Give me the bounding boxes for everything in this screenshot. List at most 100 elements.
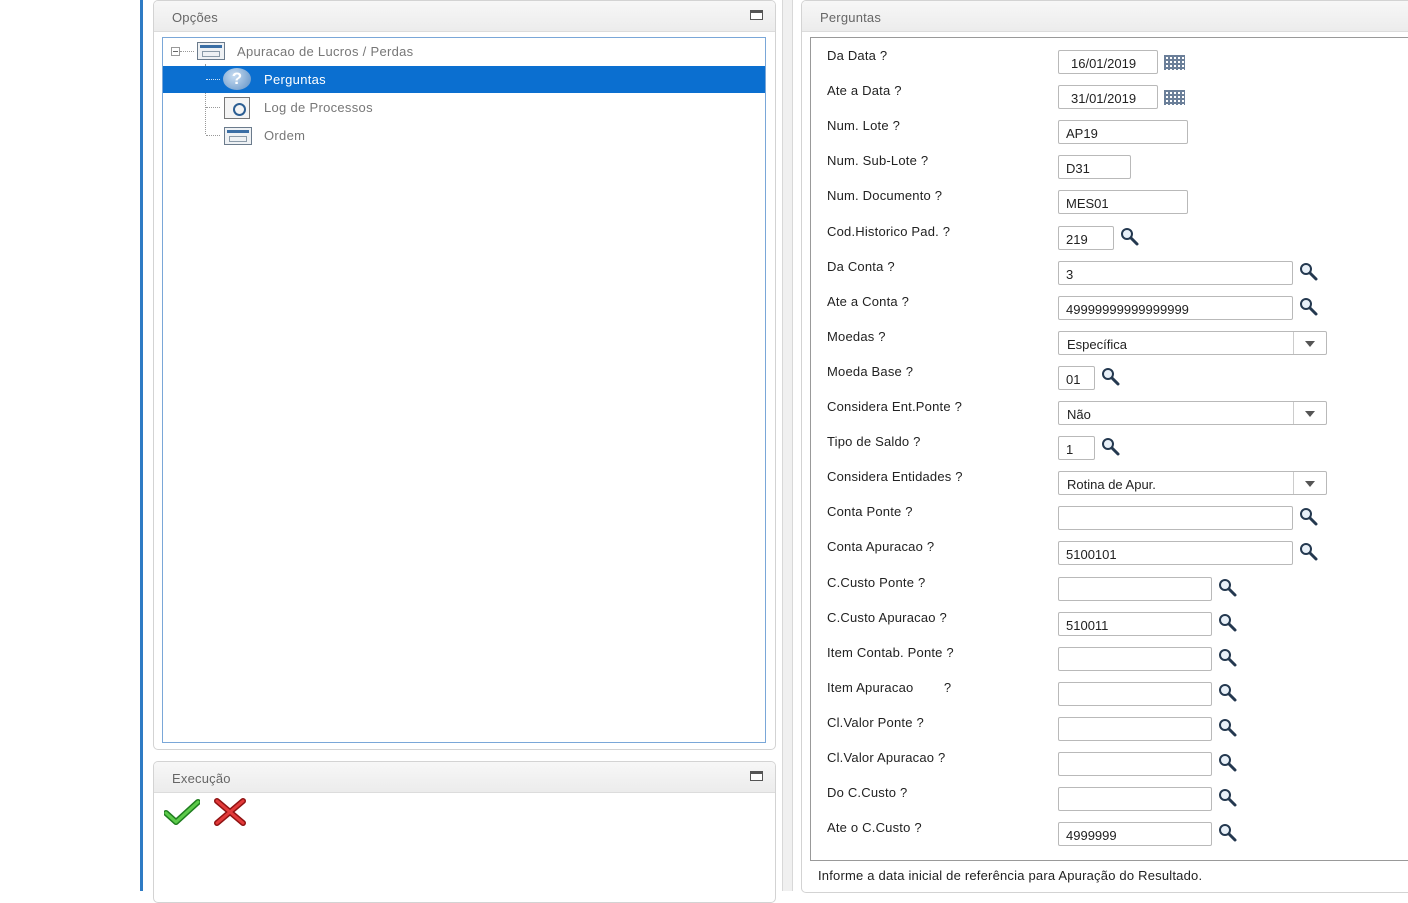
questions-panel: Perguntas Da Data ? 16/01/2019 Ate a Data … [801, 0, 1408, 893]
field-input[interactable]: 49999999999999999 [1058, 295, 1293, 320]
field-select[interactable]: Não [1058, 401, 1327, 425]
options-panel: Opções Apuracao de Lucros / Perdas ? Per… [153, 0, 776, 750]
tree-item-label: Perguntas [264, 72, 326, 87]
field-input[interactable] [1058, 576, 1212, 601]
minimize-icon[interactable] [750, 10, 763, 20]
field-select[interactable]: Rotina de Apur. [1058, 471, 1327, 496]
search-icon[interactable] [1218, 578, 1238, 598]
field-input[interactable] [1058, 752, 1212, 776]
chevron-down-icon[interactable] [1293, 402, 1326, 424]
search-icon[interactable] [1299, 297, 1319, 317]
execution-panel: Execução [153, 761, 776, 903]
questions-panel-header: Perguntas [802, 1, 1408, 32]
field-input[interactable]: 510011 [1058, 611, 1212, 636]
field-input[interactable]: 01 [1058, 365, 1095, 390]
field-select-value: Não [1067, 407, 1091, 422]
field-select-value: Rotina de Apur. [1067, 477, 1156, 493]
search-icon[interactable] [1218, 648, 1238, 668]
options-panel-title: Opções [172, 10, 219, 25]
field-label: Do C.Custo ? [827, 785, 908, 801]
field-label: Tipo de Saldo ? [827, 434, 921, 450]
search-icon[interactable] [1120, 227, 1140, 247]
log-search-icon [224, 97, 250, 119]
field-input[interactable]: 16/01/2019 [1058, 50, 1158, 74]
field-input[interactable]: 31/01/2019 [1058, 85, 1158, 110]
search-icon[interactable] [1101, 437, 1121, 457]
field-label: Ate o C.Custo ? [827, 820, 922, 836]
field-label: Cod.Historico Pad. ? [827, 223, 951, 239]
field-input[interactable] [1058, 787, 1212, 812]
tree-item-ordem[interactable]: Ordem [163, 122, 765, 149]
collapse-icon[interactable] [171, 47, 180, 56]
questions-panel-title: Perguntas [820, 10, 882, 25]
field-input[interactable]: 219 [1058, 225, 1114, 250]
field-input[interactable]: 3 [1058, 260, 1293, 285]
field-label: Da Data ? [827, 48, 888, 63]
options-tree: Apuracao de Lucros / Perdas ? Perguntas … [162, 37, 766, 743]
field-input[interactable] [1058, 506, 1293, 531]
calendar-icon[interactable] [1164, 55, 1185, 70]
field-label: C.Custo Ponte ? [827, 574, 926, 590]
search-icon[interactable] [1299, 507, 1319, 527]
field-label: Conta Apuracao ? [827, 539, 935, 555]
question-help-icon: ? [223, 68, 251, 90]
tree-connector [180, 51, 194, 52]
field-label: Conta Ponte ? [827, 504, 913, 520]
search-icon[interactable] [1218, 683, 1238, 703]
field-input[interactable]: MES01 [1058, 190, 1188, 215]
field-label: Considera Ent.Ponte ? [827, 399, 963, 414]
tree-item-log-de-processos[interactable]: Log de Processos [163, 94, 765, 121]
field-input[interactable] [1058, 716, 1212, 741]
field-input[interactable]: 4999999 [1058, 822, 1212, 847]
field-input[interactable]: 1 [1058, 436, 1095, 461]
tree-item-label: Apuracao de Lucros / Perdas [237, 44, 414, 59]
field-select-value: Específica [1067, 336, 1127, 352]
help-text: Informe a data inicial de referência par… [818, 868, 1203, 883]
field-input[interactable]: 5100101 [1058, 541, 1293, 566]
field-label: Ate a Data ? [827, 83, 902, 99]
tree-connector [206, 79, 220, 80]
check-icon[interactable] [164, 798, 200, 826]
minimize-icon[interactable] [750, 771, 763, 781]
tree-item-label: Log de Processos [264, 100, 373, 115]
search-icon[interactable] [1218, 823, 1238, 843]
search-icon[interactable] [1218, 753, 1238, 773]
field-label: Moedas ? [827, 328, 886, 344]
questions-form: Da Data ? 16/01/2019 Ate a Data ? 31/01/201… [810, 37, 1408, 861]
field-label: Da Conta ? [827, 258, 895, 274]
field-label: Cl.Valor Ponte ? [827, 714, 924, 730]
options-panel-header: Opções [154, 1, 775, 32]
tree-connector [206, 135, 220, 136]
x-icon[interactable] [212, 798, 248, 826]
search-icon[interactable] [1218, 613, 1238, 633]
tree-item-perguntas[interactable]: ? Perguntas [163, 66, 765, 93]
search-icon[interactable] [1299, 542, 1319, 562]
tree-item-label: Ordem [264, 128, 306, 143]
search-icon[interactable] [1101, 367, 1121, 387]
field-input[interactable] [1058, 646, 1212, 671]
field-label: Ate a Conta ? [827, 293, 910, 309]
tree-item-root[interactable]: Apuracao de Lucros / Perdas [163, 38, 765, 65]
field-input[interactable] [1058, 681, 1212, 706]
chevron-down-icon[interactable] [1293, 472, 1326, 495]
field-label: Item Apuracao ? [827, 679, 952, 695]
panel-splitter[interactable] [782, 0, 793, 891]
tree-connector [206, 107, 220, 108]
field-label: Cl.Valor Apuracao ? [827, 750, 946, 765]
execution-panel-title: Execução [172, 771, 231, 786]
search-icon[interactable] [1299, 262, 1319, 282]
field-select[interactable]: Específica [1058, 330, 1327, 355]
field-label: Considera Entidades ? [827, 469, 963, 485]
window-icon [224, 127, 252, 145]
field-label: C.Custo Apuracao ? [827, 609, 947, 625]
field-label: Num. Sub-Lote ? [827, 153, 929, 169]
execution-panel-header: Execução [154, 762, 775, 793]
search-icon[interactable] [1218, 788, 1238, 808]
search-icon[interactable] [1218, 718, 1238, 738]
field-input[interactable]: D31 [1058, 155, 1131, 180]
calendar-icon[interactable] [1164, 90, 1185, 106]
chevron-down-icon[interactable] [1293, 331, 1326, 354]
field-input[interactable]: AP19 [1058, 120, 1188, 145]
window-icon [197, 42, 225, 60]
field-label: Moeda Base ? [827, 363, 914, 379]
